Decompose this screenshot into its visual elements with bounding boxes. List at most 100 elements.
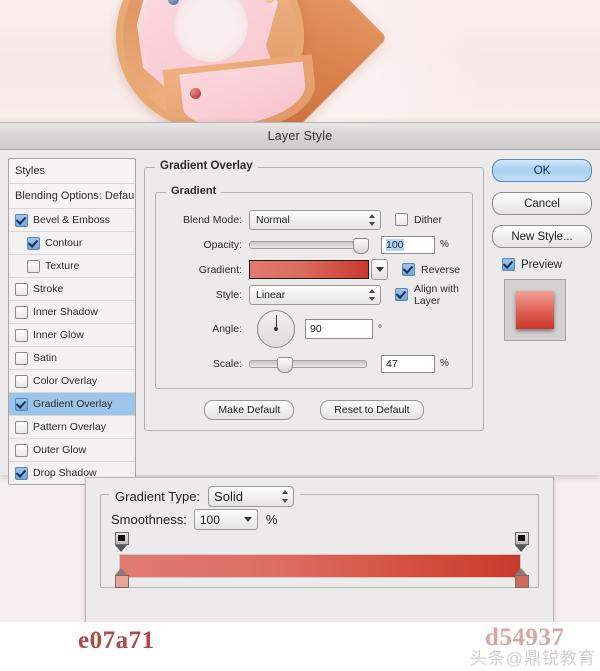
scale-input[interactable]: 47 xyxy=(381,354,435,373)
preview-option[interactable]: Preview xyxy=(502,258,592,271)
hex-code-left: e07a71 xyxy=(78,627,155,654)
angle-dial-center xyxy=(274,327,278,331)
cookie-letter-illustration xyxy=(108,0,388,122)
sidebar-item-label: Satin xyxy=(33,352,57,364)
sidebar-item-outer-glow[interactable]: Outer Glow xyxy=(9,439,135,462)
sidebar-item-label: Inner Glow xyxy=(33,329,84,341)
sidebar-item-texture[interactable]: Texture xyxy=(9,255,135,278)
sidebar-item-label: Gradient Overlay xyxy=(33,398,113,410)
checkbox-drop-shadow[interactable] xyxy=(15,466,28,480)
reset-to-default-label: Reset to Default xyxy=(334,404,410,416)
gradient-row: Gradient: Reverse xyxy=(164,257,464,282)
make-default-label: Make Default xyxy=(218,404,281,416)
sidebar-item-label: Texture xyxy=(45,260,80,272)
scale-value-group: 47 % xyxy=(381,354,449,373)
angle-dial[interactable] xyxy=(257,310,295,348)
smoothness-unit: % xyxy=(265,512,278,527)
checkbox-contour[interactable] xyxy=(27,236,40,250)
opacity-input[interactable]: 100 xyxy=(381,235,435,254)
gradient-type-select[interactable]: Solid xyxy=(208,486,295,507)
gradient-ramp[interactable] xyxy=(119,554,521,578)
checkbox-gradient-overlay[interactable] xyxy=(15,397,28,411)
gradient-stop-opacity-right[interactable] xyxy=(515,568,529,588)
checkbox-satin[interactable] xyxy=(15,351,28,365)
align-with-layer-option[interactable]: Align with Layer xyxy=(395,283,464,307)
new-style-button[interactable]: New Style... xyxy=(492,225,592,248)
angle-input[interactable]: 90 xyxy=(305,319,373,339)
scale-slider[interactable] xyxy=(249,355,367,373)
reset-to-default-button[interactable]: Reset to Default xyxy=(320,400,424,420)
gradient-group-title: Gradient xyxy=(166,185,222,197)
scale-slider-track xyxy=(249,359,367,368)
checkbox-reverse[interactable] xyxy=(402,263,415,276)
checkbox-color-overlay[interactable] xyxy=(15,374,28,388)
blend-mode-row: Blend Mode: Normal Dither xyxy=(164,207,464,232)
dialog-actions: OK Cancel New Style... Preview xyxy=(492,158,592,485)
gradient-group-fieldset: Gradient Blend Mode: Normal Dither Opaci… xyxy=(155,185,473,389)
smoothness-label: Smoothness: xyxy=(111,512,187,527)
opacity-unit: % xyxy=(440,239,449,250)
sidebar-item-label: Pattern Overlay xyxy=(33,421,106,433)
checkbox-inner-glow[interactable] xyxy=(15,328,28,342)
chevron-updown-icon xyxy=(368,213,375,226)
ok-button[interactable]: OK xyxy=(492,159,592,182)
sidebar-item-pattern-overlay[interactable]: Pattern Overlay xyxy=(9,416,135,439)
sidebar-item-bevel-emboss[interactable]: Bevel & Emboss xyxy=(9,209,135,232)
sidebar-item-contour[interactable]: Contour xyxy=(9,232,135,255)
angle-unit: ° xyxy=(378,323,382,335)
scale-unit: % xyxy=(440,358,449,369)
style-select[interactable]: Linear xyxy=(249,284,381,305)
make-default-button[interactable]: Make Default xyxy=(204,400,295,420)
gradient-type-label: Gradient Type: xyxy=(115,489,201,504)
styles-header[interactable]: Styles xyxy=(9,159,135,184)
dialog-titlebar[interactable]: Layer Style xyxy=(0,123,600,150)
checkbox-preview[interactable] xyxy=(502,258,515,271)
opacity-slider-knob[interactable] xyxy=(353,237,369,254)
gradient-overlay-title: Gradient Overlay xyxy=(155,160,258,172)
sidebar-item-inner-shadow[interactable]: Inner Shadow xyxy=(9,301,135,324)
checkbox-stroke[interactable] xyxy=(15,282,28,296)
opacity-slider[interactable] xyxy=(249,236,369,254)
gradient-preview-swatch[interactable] xyxy=(249,260,369,279)
scale-slider-knob[interactable] xyxy=(277,356,293,373)
sidebar-item-color-overlay[interactable]: Color Overlay xyxy=(9,370,135,393)
blending-options-row[interactable]: Blending Options: Default xyxy=(9,184,135,209)
blend-mode-label: Blend Mode: xyxy=(183,213,242,226)
blend-mode-select[interactable]: Normal xyxy=(249,209,381,230)
gradient-stop-color-right[interactable] xyxy=(515,532,529,552)
styles-header-label: Styles xyxy=(15,165,45,177)
opacity-slider-track xyxy=(249,240,367,249)
styles-list: Styles Blending Options: Default Bevel &… xyxy=(8,158,136,485)
sidebar-item-gradient-overlay[interactable]: Gradient Overlay xyxy=(9,393,135,416)
sidebar-item-inner-glow[interactable]: Inner Glow xyxy=(9,324,135,347)
scale-row: Scale: 47 % xyxy=(164,351,464,376)
reverse-option[interactable]: Reverse xyxy=(402,263,460,276)
sidebar-item-satin[interactable]: Satin xyxy=(9,347,135,370)
checkbox-bevel-emboss[interactable] xyxy=(15,213,28,227)
cancel-button[interactable]: Cancel xyxy=(492,192,592,215)
sidebar-item-label: Stroke xyxy=(33,283,64,295)
dither-option[interactable]: Dither xyxy=(395,213,442,226)
smoothness-value: 100 xyxy=(199,512,220,527)
checkbox-inner-shadow[interactable] xyxy=(15,305,28,319)
layer-style-dialog: Layer Style Styles Blending Options: Def… xyxy=(0,122,600,485)
sidebar-item-stroke[interactable]: Stroke xyxy=(9,278,135,301)
checkbox-align-with-layer[interactable] xyxy=(395,288,408,301)
blending-options-label: Blending Options: Default xyxy=(15,190,136,202)
chevron-updown-icon xyxy=(368,288,375,301)
align-with-layer-label: Align with Layer xyxy=(414,282,459,307)
gradient-editor-panel: Gradient Type: Solid Smoothness: 100 % xyxy=(85,477,554,624)
checkbox-dither[interactable] xyxy=(395,213,408,226)
gradient-overlay-panel: Gradient Overlay Gradient Blend Mode: No… xyxy=(144,158,484,485)
sidebar-item-label: Contour xyxy=(45,237,83,249)
gradient-stop-color-left[interactable] xyxy=(115,532,129,552)
smoothness-select[interactable]: 100 xyxy=(193,509,258,530)
checkbox-pattern-overlay[interactable] xyxy=(15,420,28,434)
sidebar-item-label: Bevel & Emboss xyxy=(33,214,111,226)
gradient-ramp-area xyxy=(111,532,529,588)
gradient-stop-opacity-left[interactable] xyxy=(115,568,129,588)
checkbox-outer-glow[interactable] xyxy=(15,443,28,457)
artwork-banner xyxy=(0,0,600,122)
checkbox-texture[interactable] xyxy=(27,259,40,273)
gradient-preset-dropdown-button[interactable] xyxy=(371,259,388,280)
